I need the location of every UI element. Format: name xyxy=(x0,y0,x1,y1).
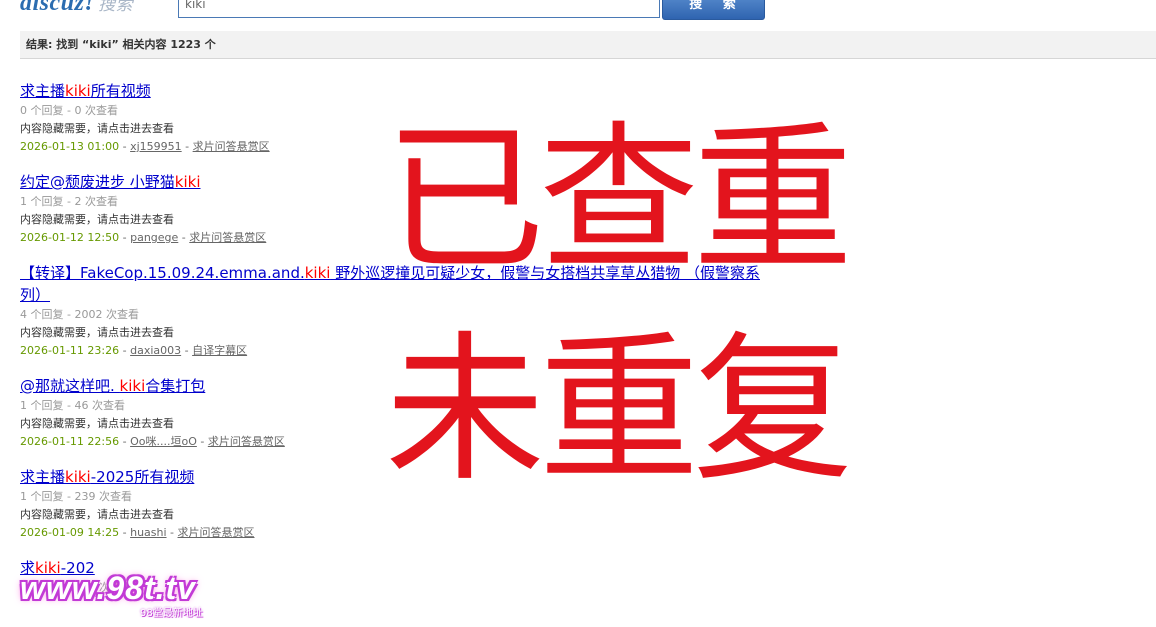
result-author-link[interactable]: huashi xyxy=(130,526,166,539)
result-date: 2026-01-09 14:25 xyxy=(20,526,120,539)
result-forum-link[interactable]: 求片问答悬赏区 xyxy=(189,231,266,244)
result-info: 2026-01-09 14:25 - huashi - 求片问答悬赏区 xyxy=(20,526,255,539)
logo-sub: 搜索 xyxy=(98,0,134,14)
result-author-link[interactable]: Oo咪....垣oO xyxy=(130,435,197,448)
result-date: 2026-01-11 23:26 xyxy=(20,344,120,357)
result-author-link[interactable]: daxia003 xyxy=(130,344,181,357)
result-date: 2026-01-13 01:00 xyxy=(20,140,120,153)
result-forum-link[interactable]: 自译字幕区 xyxy=(192,344,247,357)
result-desc: 内容隐藏需要，请点击进去查看 xyxy=(20,508,174,521)
result-title-link[interactable]: 求主播kiki所有视频 xyxy=(20,80,790,102)
logo-text: discuz! xyxy=(20,0,95,16)
result-summary: 结果: 找到 “kiki” 相关内容 1223 个 xyxy=(20,31,1156,59)
result-author-link[interactable]: pangege xyxy=(130,231,178,244)
search-button[interactable]: 搜 索 xyxy=(662,0,765,20)
result-forum-link[interactable]: 求片问答悬赏区 xyxy=(178,526,255,539)
stamp-checked: 已查重 xyxy=(385,106,853,293)
result-date: 2026-01-12 12:50 xyxy=(20,231,120,244)
result-forum-link[interactable]: 求片问答悬赏区 xyxy=(193,140,270,153)
search-input[interactable]: kiki xyxy=(178,0,660,18)
top-bar: discuz! 搜索 kiki 搜 索 xyxy=(0,0,1156,24)
site-watermark: www.98t.tv xyxy=(20,570,196,606)
site-watermark-sub: 98堂最新地址 xyxy=(140,608,203,619)
result-author-link[interactable]: xj159951 xyxy=(130,140,182,153)
stamp-not-duplicate: 未重复 xyxy=(385,316,853,503)
result-date: 2026-01-11 22:56 xyxy=(20,435,120,448)
result-forum-link[interactable]: 求片问答悬赏区 xyxy=(208,435,285,448)
discuz-logo[interactable]: discuz! 搜索 xyxy=(20,0,133,17)
